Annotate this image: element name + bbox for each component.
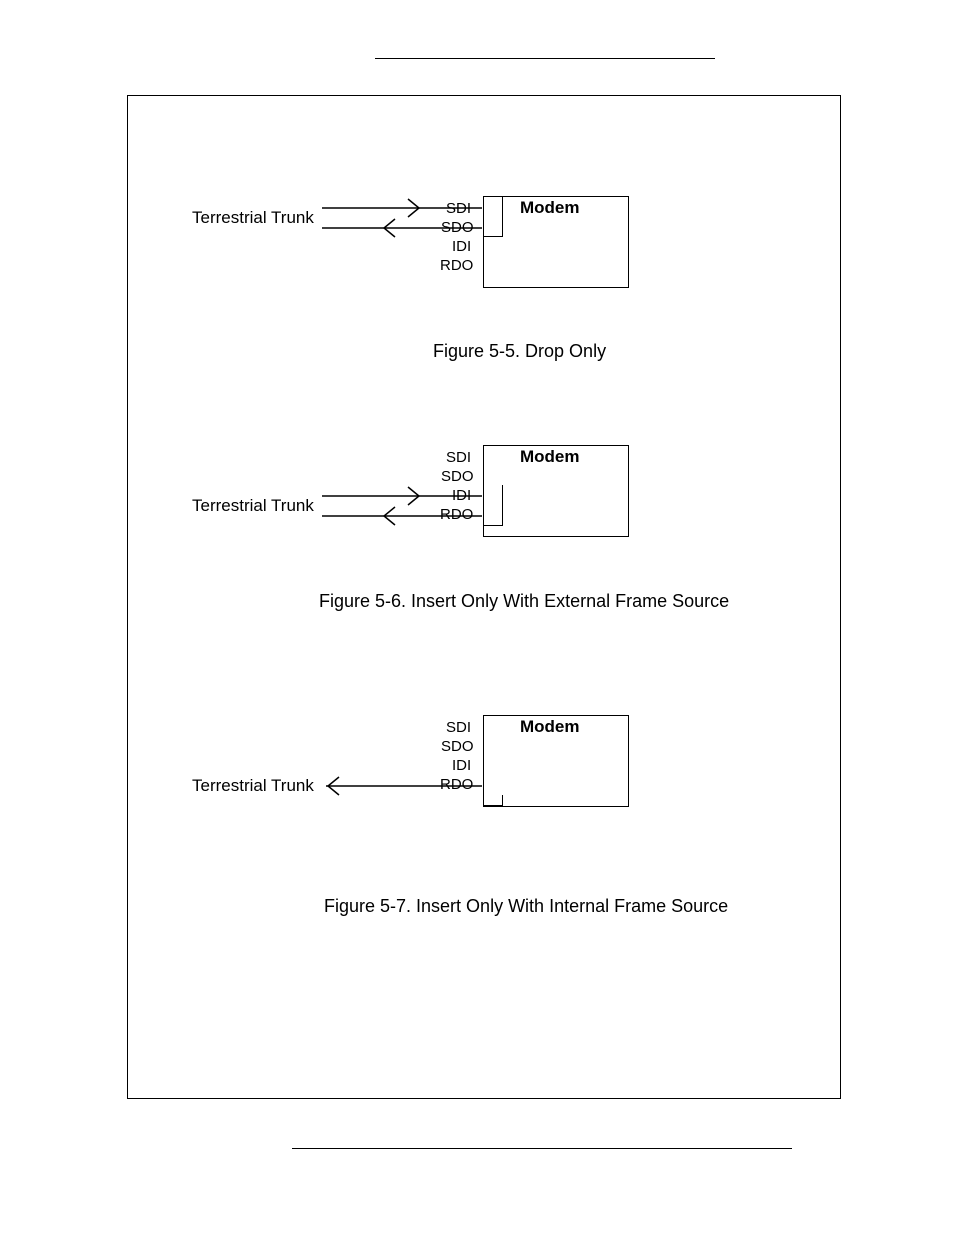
port-sdo: SDO [441,738,474,755]
trunk-label: Terrestrial Trunk [192,776,314,796]
page-border: Modem SDI SDO IDI RDO Terrestrial Trunk … [127,95,841,1099]
port-idi: IDI [452,757,471,774]
port-rdo: RDO [440,257,473,274]
header-rule [375,58,715,59]
arrows-bidir-icon [322,196,492,246]
trunk-label: Terrestrial Trunk [192,208,314,228]
port-sdo: SDO [441,468,474,485]
arrows-bidir-icon [322,484,492,534]
modem-label: Modem [520,198,580,218]
port-sdi: SDI [446,449,471,466]
figure-caption: Figure 5-6. Insert Only With External Fr… [319,591,729,612]
modem-label: Modem [520,717,580,737]
figure-caption: Figure 5-7. Insert Only With Internal Fr… [324,896,728,917]
modem-label: Modem [520,447,580,467]
arrow-left-icon [322,774,492,804]
trunk-label: Terrestrial Trunk [192,496,314,516]
port-sdi: SDI [446,719,471,736]
figure-caption: Figure 5-5. Drop Only [433,341,606,362]
footer-rule [292,1148,792,1149]
